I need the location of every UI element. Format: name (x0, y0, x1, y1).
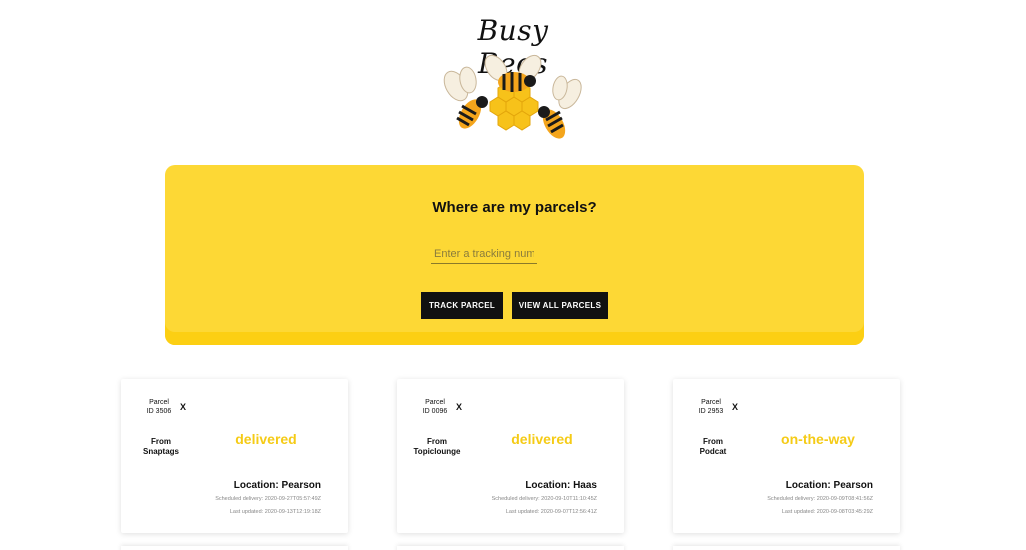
parcel-status: delivered (511, 431, 573, 447)
parcel-sender: From Topiclounge (413, 437, 461, 456)
scheduled-delivery: Scheduled delivery: 2020-09-09T08:41:56Z (767, 496, 873, 502)
scheduled-delivery: Scheduled delivery: 2020-09-27T05:57:49Z (215, 496, 321, 502)
last-updated: Last updated: 2020-09-08T03:45:29Z (781, 509, 873, 515)
remove-parcel-button[interactable]: X (732, 402, 738, 412)
parcel-card: Parcel ID 0096 X From Topiclounge delive… (397, 379, 624, 533)
last-updated: Last updated: 2020-09-13T12:19:18Z (229, 509, 321, 515)
track-parcel-button[interactable]: TRACK PARCEL (421, 292, 503, 319)
tracker-panel: Where are my parcels? TRACK PARCEL VIEW … (165, 165, 864, 345)
parcel-status: delivered (235, 431, 297, 447)
scheduled-delivery: Scheduled delivery: 2020-09-10T11:10:45Z (491, 496, 597, 502)
parcel-card-partial (121, 546, 348, 550)
tracker-title: Where are my parcels? (432, 199, 597, 216)
parcel-location: Location: Pearson (233, 480, 321, 491)
tracking-number-input[interactable] (431, 244, 537, 264)
parcel-id: Parcel ID 3506 (146, 399, 172, 415)
parcel-sender: From Snaptags (142, 437, 179, 456)
parcel-card-partial (673, 546, 900, 550)
remove-parcel-button[interactable]: X (180, 402, 186, 412)
parcel-location: Location: Haas (525, 480, 597, 491)
busy-bees-logo: Busy Bees (438, 14, 588, 146)
parcel-status: on-the-way (781, 431, 855, 447)
parcel-card: Parcel ID 2953 X From Podcat on-the-way … (673, 379, 900, 533)
parcel-sender: From Podcat (699, 437, 727, 456)
parcel-card-partial (397, 546, 624, 550)
remove-parcel-button[interactable]: X (456, 402, 462, 412)
parcel-card: Parcel ID 3506 X From Snaptags delivered… (121, 379, 348, 533)
parcel-id: Parcel ID 2953 (698, 399, 724, 415)
parcel-location: Location: Pearson (785, 480, 873, 491)
view-all-parcels-button[interactable]: VIEW ALL PARCELS (512, 292, 608, 319)
parcel-id: Parcel ID 0096 (422, 399, 448, 415)
bee-honeycomb-icon (443, 54, 582, 139)
last-updated: Last updated: 2020-09-07T12:56:41Z (505, 509, 597, 515)
